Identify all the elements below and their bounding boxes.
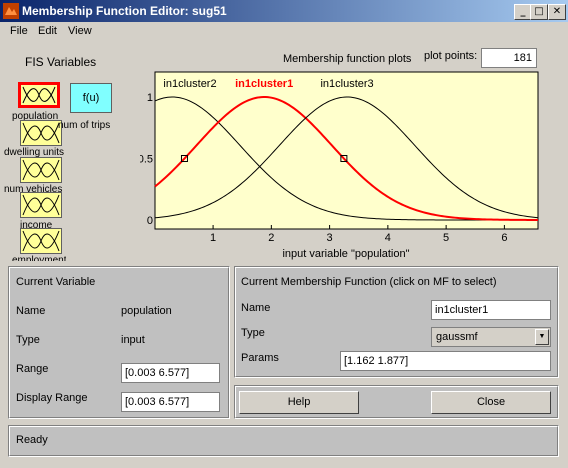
params-input[interactable]: [1.162 1.877] bbox=[340, 351, 551, 371]
mf-thumbnail-icon bbox=[22, 230, 60, 252]
input-var-label: employment bbox=[12, 255, 67, 261]
plot-points-label: plot points: bbox=[424, 50, 478, 62]
variable-name-value: population bbox=[121, 305, 172, 317]
x-tick-label: 3 bbox=[327, 232, 333, 244]
x-tick-label: 6 bbox=[501, 232, 507, 244]
x-tick-label: 5 bbox=[443, 232, 449, 244]
mf-thumbnail-icon bbox=[22, 86, 56, 104]
close-button[interactable]: Close bbox=[431, 391, 551, 414]
input-var-dwelling-units[interactable] bbox=[20, 120, 62, 146]
y-tick-label: 0.5 bbox=[140, 154, 153, 166]
type-label: Type bbox=[16, 334, 40, 346]
menu-edit[interactable]: Edit bbox=[38, 25, 57, 37]
current-mf-panel: Current Membership Function (click on MF… bbox=[234, 266, 559, 378]
close-window-button[interactable]: ✕ bbox=[548, 4, 566, 20]
variable-type-value: input bbox=[121, 334, 145, 346]
input-var-population[interactable] bbox=[18, 82, 60, 108]
input-var-num-vehicles[interactable] bbox=[20, 157, 62, 183]
menu-bar: File Edit View bbox=[0, 22, 568, 41]
mf-type-select[interactable]: gaussmf ▼ bbox=[431, 327, 551, 347]
help-button[interactable]: Help bbox=[239, 391, 359, 414]
x-tick-label: 4 bbox=[385, 232, 391, 244]
mf-thumbnail-icon bbox=[22, 194, 60, 216]
menu-view[interactable]: View bbox=[68, 25, 92, 37]
output-var-box[interactable]: f(u) bbox=[70, 83, 112, 113]
menu-file[interactable]: File bbox=[10, 25, 28, 37]
x-axis-label: input variable "population" bbox=[282, 248, 409, 260]
mf-plot[interactable]: 00.51 in1cluster2 in1cluster1 in1cluster3 … bbox=[140, 70, 545, 260]
window-title: Membership Function Editor: sug51 bbox=[22, 4, 227, 18]
mf-type-label: Type bbox=[241, 327, 265, 339]
input-var-employment[interactable] bbox=[20, 228, 62, 254]
panel-title: Current Variable bbox=[16, 276, 96, 288]
mf-name-label[interactable]: in1cluster1 bbox=[235, 78, 293, 90]
range-label: Range bbox=[16, 363, 49, 375]
display-range-input[interactable]: [0.003 6.577] bbox=[121, 392, 220, 412]
maximize-button[interactable]: □ bbox=[530, 4, 548, 20]
mf-name-label[interactable]: in1cluster2 bbox=[163, 78, 216, 90]
input-var-income[interactable] bbox=[20, 192, 62, 218]
name-label: Name bbox=[16, 305, 46, 317]
title-bar: Membership Function Editor: sug51 _ □ ✕ bbox=[0, 0, 568, 22]
current-variable-panel: Current Variable Name population Type in… bbox=[8, 266, 230, 419]
status-text: Ready bbox=[16, 434, 48, 446]
plot-points-input[interactable]: 181 bbox=[481, 48, 537, 68]
plot-area bbox=[154, 71, 539, 230]
mf-plots-header: Membership function plots bbox=[283, 53, 412, 65]
status-panel: Ready bbox=[8, 425, 559, 457]
buttons-panel: Help Close bbox=[234, 385, 559, 419]
matlab-app-icon bbox=[3, 3, 19, 19]
panel-title: Current Membership Function (click on MF… bbox=[241, 276, 497, 288]
y-tick-label: 0 bbox=[147, 215, 153, 227]
output-var-label: num of trips bbox=[58, 120, 111, 131]
mf-thumbnail-icon bbox=[22, 122, 60, 144]
x-tick-label: 1 bbox=[210, 232, 216, 244]
chevron-down-icon[interactable]: ▼ bbox=[535, 329, 549, 345]
mf-name-input[interactable]: in1cluster1 bbox=[431, 300, 551, 320]
x-tick-label: 2 bbox=[268, 232, 274, 244]
display-range-label: Display Range bbox=[16, 392, 88, 404]
fis-variables-title: FIS Variables bbox=[25, 55, 97, 69]
y-tick-label: 1 bbox=[147, 92, 153, 104]
range-input[interactable]: [0.003 6.577] bbox=[121, 363, 220, 383]
mf-name-label[interactable]: in1cluster3 bbox=[320, 78, 373, 90]
mf-type-value: gaussmf bbox=[436, 331, 478, 343]
mf-thumbnail-icon bbox=[22, 159, 60, 181]
params-label: Params bbox=[241, 352, 279, 364]
mf-name-label: Name bbox=[241, 302, 271, 314]
